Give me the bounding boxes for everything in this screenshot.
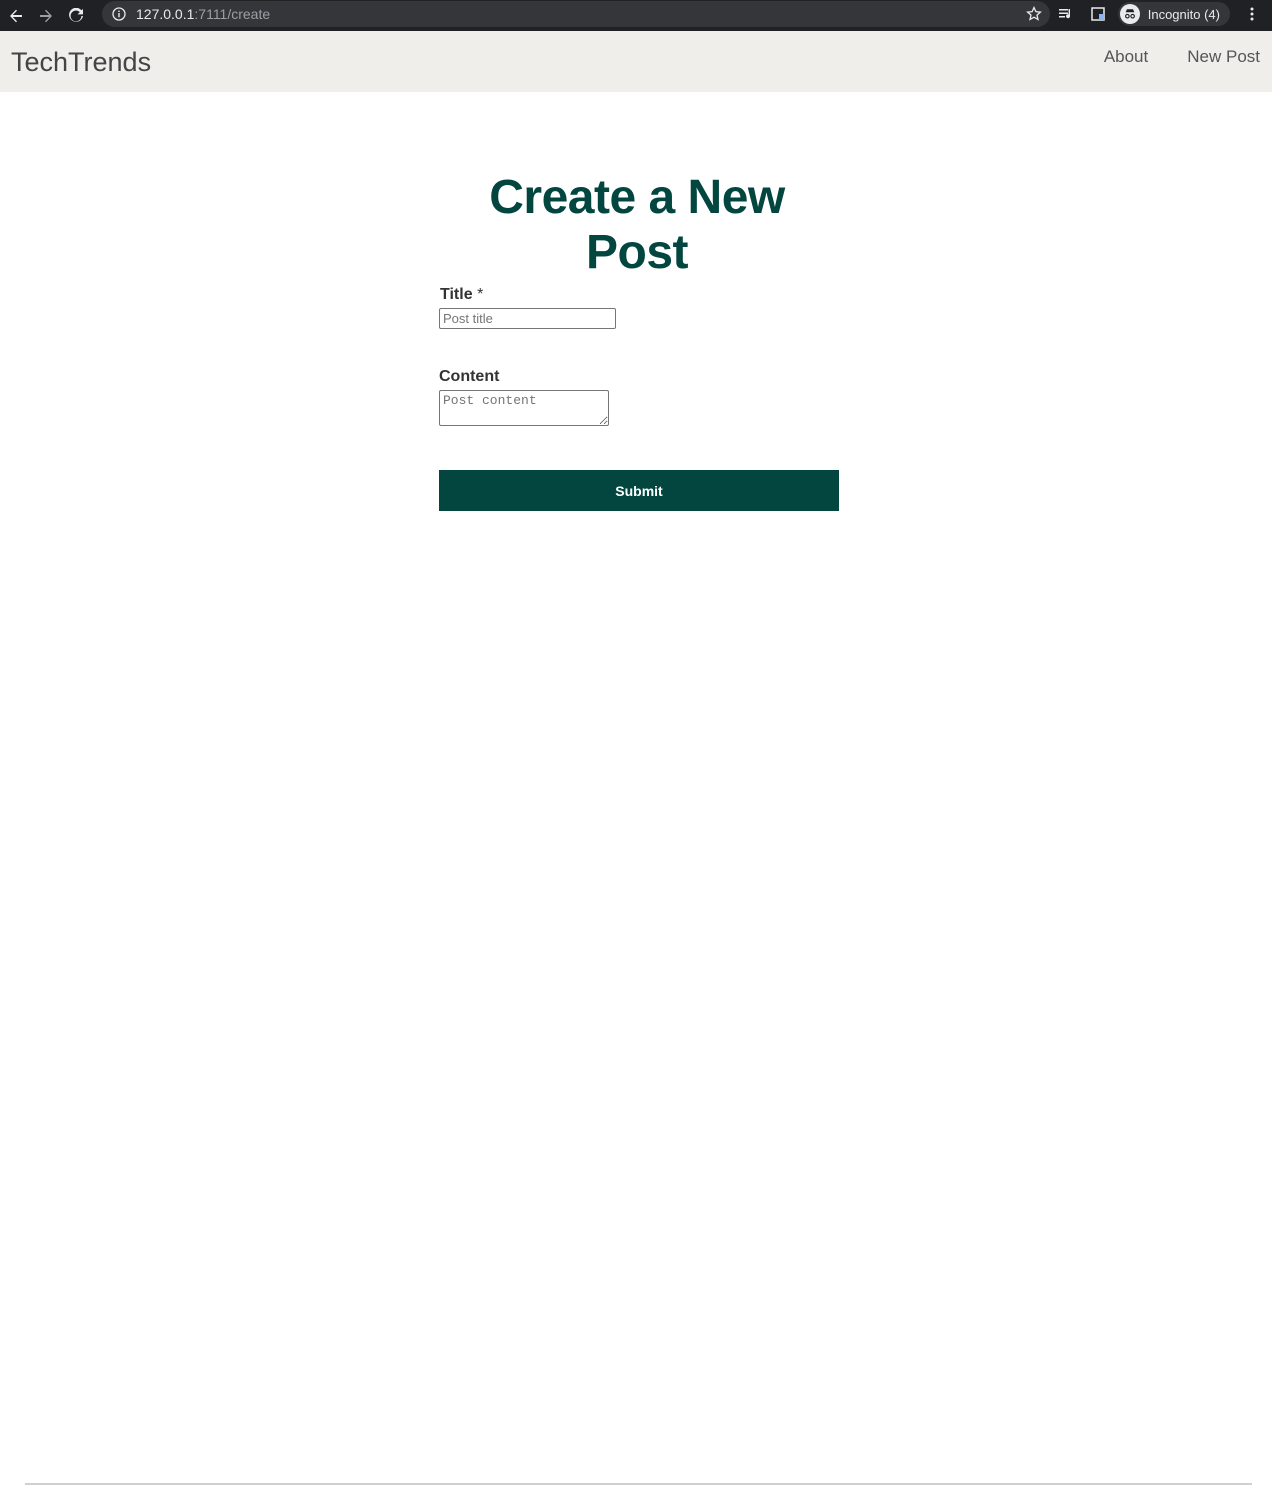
forward-arrow-icon [40,9,52,22]
reload-button[interactable] [62,2,90,30]
incognito-icon [1119,4,1140,24]
title-input[interactable] [439,308,616,329]
required-mark: * [477,286,484,303]
media-control-button[interactable] [1054,2,1078,26]
back-button[interactable] [2,2,30,30]
title-label: Title * [440,286,483,304]
brand-link[interactable]: TechTrends [11,47,151,78]
submit-button[interactable]: Submit [439,470,839,511]
reload-icon [69,7,83,22]
playlist-icon [1058,9,1070,19]
incognito-profile-button[interactable]: Incognito (4) [1117,2,1230,26]
content-textarea[interactable] [439,390,609,426]
create-post-form: Create a New Post Title * Content Submit [439,170,839,511]
nav-links: About New Post [1065,47,1260,67]
side-panel-button[interactable] [1086,2,1110,26]
forward-button[interactable] [32,2,60,30]
url-path: :7111/create [194,6,271,22]
content-label: Content [439,368,500,385]
nav-about-link[interactable]: About [1104,47,1148,67]
page-title: Create a New Post [489,171,785,279]
url-host: 127.0.0.1 [136,6,195,22]
site-navbar: TechTrends About New Post [0,31,1272,92]
side-panel-icon [1090,7,1105,21]
nav-new-post-link[interactable]: New Post [1187,47,1260,67]
address-bar[interactable]: 127.0.0.1:7111/create [102,1,1050,27]
kebab-menu-icon [1250,7,1254,21]
title-label-text: Title [440,286,473,303]
browser-menu-button[interactable] [1240,2,1264,26]
back-arrow-icon [10,9,22,22]
profile-label: Incognito (4) [1147,6,1220,22]
url-text: 127.0.0.1:7111/create [136,6,270,22]
info-icon[interactable] [112,7,126,21]
bookmark-star-icon[interactable] [1026,6,1042,22]
browser-toolbar: 127.0.0.1:7111/create Incognito (4) [0,0,1272,31]
